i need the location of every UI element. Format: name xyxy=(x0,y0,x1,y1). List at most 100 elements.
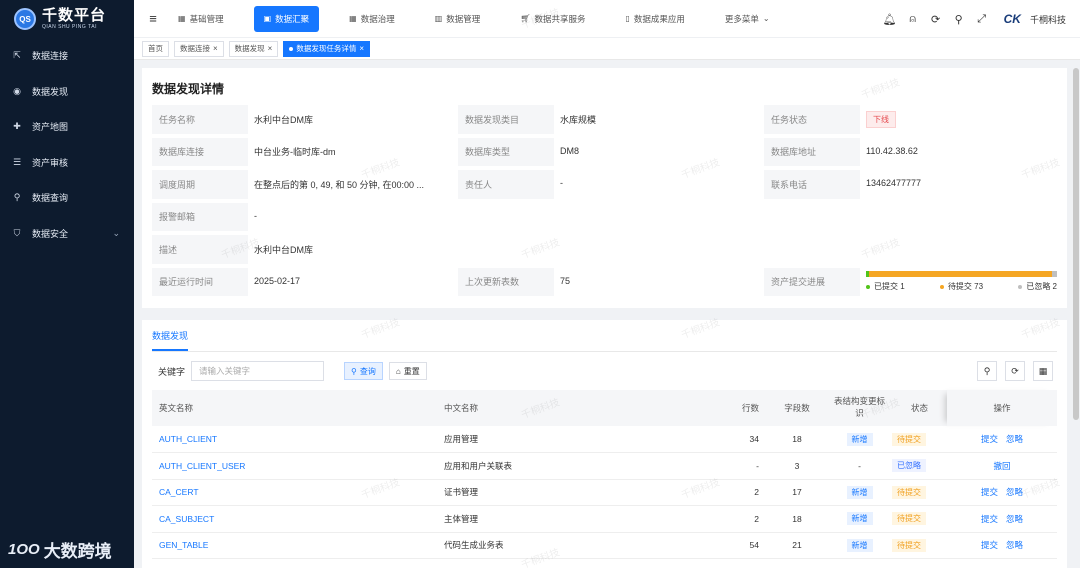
search-row: 关键字 请输入关键字 ⚲ 查询 ⌂ 重置 ⚲ ⟳ ▦ xyxy=(152,352,1057,390)
footer-brand-text: 大数跨境 xyxy=(43,542,112,561)
action-secondary[interactable]: 忽略 xyxy=(1006,487,1023,497)
search-button[interactable]: ⚲ 查询 xyxy=(344,362,383,380)
grid-icon: ▣ xyxy=(263,14,272,23)
external-link-icon: ⇱ xyxy=(13,50,21,61)
status-badge: 待提交 xyxy=(892,432,926,446)
category-label: 数据发现类目 xyxy=(458,105,554,134)
table-name-link[interactable]: CA_SUBJECT xyxy=(152,505,437,533)
tab-data-discovery[interactable]: 数据发现 × xyxy=(228,40,279,57)
tab-label: 首页 xyxy=(148,44,163,53)
footer-brand: 1OO 大数跨境 xyxy=(8,537,112,562)
col-rows[interactable]: 行数 xyxy=(697,390,767,426)
field-count: 17 xyxy=(767,479,827,506)
page-scrollbar[interactable] xyxy=(1073,68,1079,420)
page-title: 数据发现详情 xyxy=(152,82,225,96)
dot-icon xyxy=(939,284,944,289)
search-icon[interactable]: ⚲ xyxy=(952,12,966,26)
nav-item-data-results[interactable]: ▯ 数据成果应用 xyxy=(615,6,694,32)
close-icon[interactable]: × xyxy=(213,44,218,53)
search-icon: ⚲ xyxy=(351,366,357,376)
status-value-cell: 下线 xyxy=(860,105,1061,134)
sidebar-item-data-security[interactable]: ⛉ 数据安全 ⌄ xyxy=(0,216,134,252)
action-primary[interactable]: 提交 xyxy=(981,434,998,444)
company-logo: CK xyxy=(1003,12,1021,26)
close-icon[interactable]: × xyxy=(359,44,364,53)
bell-icon[interactable]: 🔔︎ xyxy=(883,12,897,26)
top-right-tools: 🔔︎ ⍝ ⟳ ⚲ ⤢ CK 千桐科技 xyxy=(883,0,1066,38)
owner-label: 责任人 xyxy=(458,170,554,199)
status-cell: 待提交 xyxy=(892,426,947,453)
col-en-name[interactable]: 英文名称 xyxy=(152,390,437,426)
col-actions: 操作 xyxy=(947,390,1057,426)
change-flag-cell: 新增 xyxy=(827,532,892,559)
action-primary[interactable]: 提交 xyxy=(981,487,998,497)
action-secondary[interactable]: 忽略 xyxy=(1006,434,1023,444)
nav-item-data-aggregation[interactable]: ▣ 数据汇聚 xyxy=(253,5,320,32)
logo[interactable]: QS 千数平台 QIAN SHU PING TAI xyxy=(0,0,134,38)
sidebar-item-asset-review[interactable]: ☰ 资产审核 xyxy=(0,145,134,181)
db-addr-value: 110.42.38.62 xyxy=(860,137,1061,166)
nav-item-basic-management[interactable]: ▦ 基础管理 xyxy=(168,6,234,32)
table-name-link[interactable]: AUTH_CLIENT xyxy=(152,426,437,453)
change-flag-cell: - xyxy=(827,452,892,480)
col-change-flag[interactable]: 表结构变更标识 xyxy=(827,390,892,426)
schedule-value: 在整点后的第 0, 49, 和 50 分钟, 在00:00 ... xyxy=(248,170,458,199)
tab-data-discovery-list[interactable]: 数据发现 xyxy=(152,329,189,351)
menu-toggle-icon[interactable]: ≡ xyxy=(138,11,168,26)
owner-value: - xyxy=(554,170,764,199)
sidebar-item-data-query[interactable]: ⚲ 数据查询 xyxy=(0,180,134,216)
action-primary[interactable]: 撤回 xyxy=(993,461,1010,471)
table-row: AUTH_CLIENT_USER 应用和用户关联表 - 3 - 已忽略 撤回 xyxy=(152,452,1057,480)
sidebar-item-label: 数据发现 xyxy=(32,86,69,97)
columns-icon[interactable]: ▦ xyxy=(1033,361,1053,381)
close-icon[interactable]: × xyxy=(268,44,273,53)
button-label: 重置 xyxy=(403,366,420,376)
nav-item-data-governance[interactable]: ▦ 数据治理 xyxy=(339,6,405,32)
table-name-link[interactable]: AUTH_CLIENT_USER xyxy=(152,452,437,480)
col-fields[interactable]: 字段数 xyxy=(767,390,827,426)
sidebar-item-data-connection[interactable]: ⇱ 数据连接 xyxy=(0,38,134,74)
nav-label: 数据共享服务 xyxy=(534,13,586,24)
last-update-value: 75 xyxy=(554,267,764,296)
status-cell: 待提交 xyxy=(892,532,947,559)
tab-discovery-task-detail[interactable]: 数据发现任务详情 × xyxy=(283,40,371,57)
tab-data-connection[interactable]: 数据连接 × xyxy=(174,40,224,57)
detail-grid: 任务名称 水利中台DM库 数据发现类目 水库规模 任务状态 下线 数据库连接 中… xyxy=(152,105,1061,296)
col-status[interactable]: 状态 xyxy=(892,390,947,426)
reset-button[interactable]: ⌂ 重置 xyxy=(388,362,427,380)
table-cn-name: 证书管理 xyxy=(437,479,697,506)
tab-home[interactable]: 首页 xyxy=(142,40,169,57)
table-cn-name: 主体管理 xyxy=(437,505,697,533)
table-name-link[interactable]: CA_CERT xyxy=(152,479,437,506)
search-toggle-icon[interactable]: ⚲ xyxy=(977,361,997,381)
nav-item-data-sharing[interactable]: 🛒︎ 数据共享服务 xyxy=(510,6,595,32)
table-name-link[interactable]: GEN_TABLE xyxy=(152,532,437,559)
action-primary[interactable]: 提交 xyxy=(981,540,998,550)
refresh-icon[interactable]: ⟳ xyxy=(929,12,943,26)
user-name[interactable]: 千桐科技 xyxy=(1030,13,1066,26)
desc-value: 水利中台DM库 xyxy=(248,235,1061,264)
field-count: 18 xyxy=(767,426,827,453)
sidebar-item-data-discovery[interactable]: ◉ 数据发现 xyxy=(0,74,134,110)
nav-label: 数据管理 xyxy=(446,13,481,24)
status-cell: 已忽略 xyxy=(892,452,947,480)
action-secondary[interactable]: 忽略 xyxy=(1006,514,1023,524)
col-cn-name[interactable]: 中文名称 xyxy=(437,390,697,426)
row-actions: 提交 忽略 xyxy=(947,479,1057,506)
action-secondary[interactable]: 忽略 xyxy=(1006,540,1023,550)
user-icon[interactable]: ⍝ xyxy=(906,12,920,26)
grid-icon: ▦ xyxy=(349,14,357,23)
nav-item-more-menu[interactable]: 更多菜单 ⌄ xyxy=(715,6,780,32)
table-row: CA_SUBJECT 主体管理 2 18 新增 待提交 提交 忽略 xyxy=(152,505,1057,533)
refresh-icon[interactable]: ⟳ xyxy=(1005,361,1025,381)
fullscreen-icon[interactable]: ⤢ xyxy=(975,12,989,26)
legend-label: 已忽略 2 xyxy=(1026,282,1057,292)
footer-brand-mark: 1OO xyxy=(8,541,40,558)
map-icon: ✚ xyxy=(13,121,21,132)
keyword-input[interactable]: 请输入关键字 xyxy=(191,361,325,381)
last-run-value: 2025-02-17 xyxy=(248,267,458,296)
sidebar-item-asset-map[interactable]: ✚ 资产地图 xyxy=(0,109,134,145)
nav-item-data-management[interactable]: ▥ 数据管理 xyxy=(425,6,491,32)
table-cn-name: 应用和用户关联表 xyxy=(437,452,697,480)
action-primary[interactable]: 提交 xyxy=(981,514,998,524)
